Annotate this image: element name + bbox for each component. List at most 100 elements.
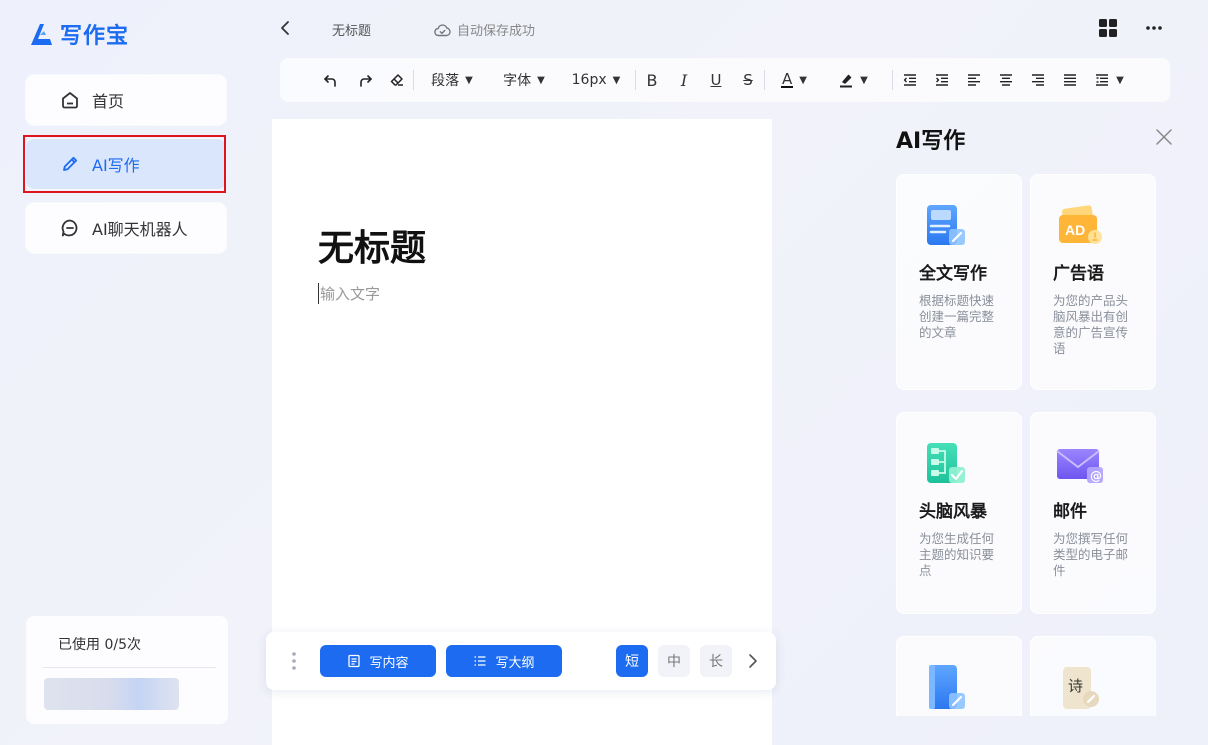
document-icon: [348, 654, 361, 668]
sidebar-item-ai-chatbot[interactable]: AI聊天机器人: [26, 203, 226, 253]
align-right-icon: [1032, 74, 1044, 86]
caret-down-icon: ▼: [799, 74, 807, 86]
ai-tools-list: 全文写作 根据标题快速创建一篇完整的文章 AD 广告语 为您的产品头脑风暴出有创…: [888, 166, 1168, 716]
toolbar-divider: [413, 70, 414, 90]
sidebar-item-label: 首页: [92, 92, 125, 111]
app-name: 写作宝: [60, 24, 130, 49]
close-icon[interactable]: [1154, 127, 1174, 147]
tool-card-desc: 根据标题快速创建一篇完整的文章: [919, 293, 995, 340]
font-size-dropdown[interactable]: 16px ▼: [569, 58, 623, 102]
caret-down-icon: ▼: [465, 74, 473, 86]
align-center-button[interactable]: [996, 58, 1016, 102]
tool-card-name: 头脑风暴: [919, 502, 987, 522]
save-status-text: 自动保存成功: [457, 24, 536, 39]
indent-decrease-button[interactable]: [900, 58, 920, 102]
back-arrow-icon[interactable]: [276, 18, 294, 38]
paragraph-dropdown[interactable]: 段落 ▼: [426, 58, 478, 102]
write-content-button[interactable]: 写内容: [320, 645, 436, 677]
poem-glyph: 诗: [1068, 677, 1083, 695]
align-left-icon: [968, 74, 980, 86]
tool-card-email[interactable]: @ 邮件 为您撰写任何类型的电子邮件: [1030, 412, 1156, 614]
more-icon[interactable]: [1144, 18, 1164, 38]
tool-card-full-writing[interactable]: 全文写作 根据标题快速创建一篇完整的文章: [896, 174, 1022, 390]
underline-button[interactable]: U: [706, 58, 726, 102]
tool-card-name: 广告语: [1053, 264, 1104, 284]
divider: [42, 667, 216, 668]
save-status: 自动保存成功: [434, 20, 535, 39]
bold-button[interactable]: B: [642, 58, 662, 102]
sidebar-item-home[interactable]: 首页: [26, 75, 226, 125]
sidebar-item-label: AI写作: [92, 156, 140, 175]
align-right-button[interactable]: [1028, 58, 1048, 102]
clear-format-button[interactable]: [386, 58, 408, 102]
strikethrough-icon: S: [743, 71, 753, 89]
app-logo[interactable]: 写作宝: [28, 18, 129, 50]
redo-icon: [360, 75, 372, 87]
line-spacing-icon: [1096, 74, 1109, 86]
write-outline-label: 写大纲: [495, 655, 535, 671]
editor-title[interactable]: 无标题: [318, 219, 426, 271]
poem-icon: 诗: [1063, 667, 1099, 709]
italic-button[interactable]: I: [674, 58, 694, 102]
blurred-account-info: [44, 678, 179, 710]
document-title[interactable]: 无标题: [332, 20, 371, 39]
align-left-button[interactable]: [964, 58, 984, 102]
tool-card-name: 全文写作: [919, 264, 987, 284]
highlight-color-button[interactable]: ▼: [830, 58, 876, 102]
write-content-label: 写内容: [369, 655, 409, 671]
tool-card-slogan[interactable]: AD 广告语 为您的产品头脑风暴出有创意的广告宣传语: [1030, 174, 1156, 390]
logo-icon: [31, 24, 52, 45]
book-icon: [929, 665, 965, 709]
ai-action-bar: 写内容 写大纲 短 中 长: [266, 632, 776, 690]
align-justify-button[interactable]: [1060, 58, 1080, 102]
tool-card-brainstorm[interactable]: 头脑风暴 为您生成任何主题的知识要点: [896, 412, 1022, 614]
mindmap-icon: [927, 443, 965, 483]
length-long-button[interactable]: 长: [700, 645, 732, 677]
chevron-right-icon[interactable]: [746, 652, 760, 670]
font-label: 字体: [503, 73, 532, 89]
apps-grid-icon[interactable]: [1098, 18, 1118, 38]
format-toolbar: 段落 ▼ 字体 ▼ 16px ▼ B I U S A ▼ ▼ ▼: [280, 58, 1170, 102]
toolbar-divider: [764, 70, 765, 90]
cloud-check-icon: [434, 23, 451, 36]
align-justify-icon: [1064, 74, 1076, 86]
ad-icon: AD: [1059, 205, 1102, 244]
strikethrough-button[interactable]: S: [738, 58, 758, 102]
italic-icon: I: [680, 70, 688, 90]
drag-handle-icon[interactable]: [290, 651, 298, 671]
caret-down-icon: ▼: [860, 74, 868, 86]
tool-card-poem[interactable]: 诗: [1030, 636, 1156, 716]
line-height-dropdown[interactable]: ▼: [1090, 58, 1128, 102]
eraser-icon: [390, 74, 403, 86]
editor-body-input[interactable]: 输入文字: [318, 283, 380, 304]
font-color-icon: A: [781, 70, 794, 88]
indent-increase-button[interactable]: [932, 58, 952, 102]
length-medium-button[interactable]: 中: [658, 645, 690, 677]
underline-icon: U: [710, 71, 722, 89]
toolbar-divider: [635, 70, 636, 90]
paragraph-label: 段落: [431, 73, 460, 89]
font-dropdown[interactable]: 字体 ▼: [498, 58, 550, 102]
undo-button[interactable]: [320, 58, 342, 102]
list-icon: [474, 656, 486, 666]
redo-button[interactable]: [354, 58, 376, 102]
usage-card: 已使用 0/5次: [26, 616, 228, 724]
caret-down-icon: ▼: [612, 74, 621, 86]
tool-card-desc: 为您撰写任何类型的电子邮件: [1053, 531, 1129, 578]
tool-card-desc: 为您生成任何主题的知识要点: [919, 531, 995, 578]
sidebar-item-label: AI聊天机器人: [92, 220, 188, 239]
pencil-icon: [63, 156, 78, 171]
toolbar-divider: [892, 70, 893, 90]
sidebar-item-ai-writing[interactable]: AI写作: [26, 139, 226, 189]
document-write-icon: [927, 205, 965, 245]
align-center-icon: [1000, 74, 1012, 86]
length-short-button[interactable]: 短: [616, 645, 648, 677]
chat-bot-icon: [61, 219, 78, 237]
write-outline-button[interactable]: 写大纲: [446, 645, 562, 677]
caret-down-icon: ▼: [1116, 74, 1124, 86]
tool-card-book[interactable]: [896, 636, 1022, 716]
usage-count: 已使用 0/5次: [58, 637, 141, 653]
indent-decrease-icon: [903, 74, 916, 86]
tool-card-desc: 为您的产品头脑风暴出有创意的广告宣传语: [1053, 293, 1129, 356]
font-color-button[interactable]: A ▼: [772, 58, 816, 102]
